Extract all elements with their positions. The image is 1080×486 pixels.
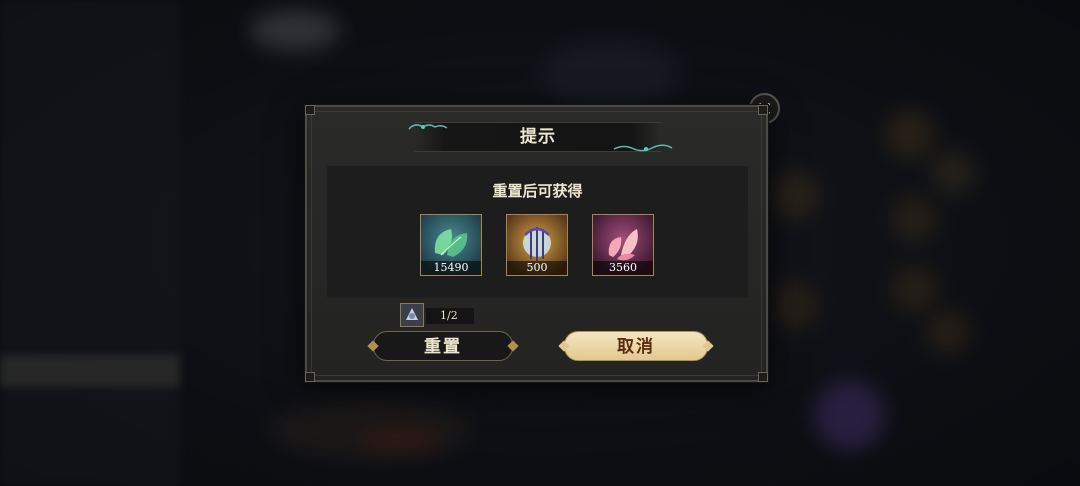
reward-item-pink-petal[interactable]: 3560 [592, 214, 654, 276]
reset-button-label: 重置 [424, 337, 462, 357]
game-screen: 提示 重置后可获得 15490 500 3560 1/2 重置 取消 [0, 0, 1080, 486]
reset-prompt-dialog: 提示 重置后可获得 15490 500 3560 1/2 重置 取消 [305, 105, 768, 382]
cancel-button-label: 取消 [617, 337, 655, 357]
reward-count: 500 [507, 261, 567, 275]
frame-corner [758, 105, 768, 115]
cancel-button[interactable]: 取消 [564, 331, 708, 361]
reward-count: 3560 [593, 261, 653, 275]
frame-corner [305, 105, 315, 115]
reset-button[interactable]: 重置 [373, 331, 513, 361]
reward-item-green-leaf[interactable]: 15490 [420, 214, 482, 276]
frame-corner [305, 372, 315, 382]
cost-item[interactable] [400, 303, 424, 327]
cost-count: 1/2 [426, 308, 474, 324]
reward-count: 15490 [421, 261, 481, 275]
rewards-heading: 重置后可获得 [492, 182, 583, 200]
rewards-panel: 重置后可获得 15490 500 3560 [327, 166, 748, 298]
cloud-ornament-icon [613, 144, 673, 152]
reset-token-icon [401, 304, 423, 326]
frame-corner [758, 372, 768, 382]
cloud-ornament-icon [408, 124, 448, 130]
reward-item-golden-orb[interactable]: 500 [506, 214, 568, 276]
